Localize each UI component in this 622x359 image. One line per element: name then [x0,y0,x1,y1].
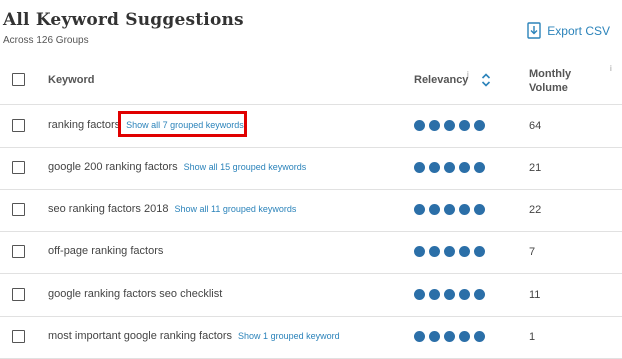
monthly-volume-cell: 11 [529,289,541,301]
row-checkbox[interactable] [12,245,25,258]
relevancy-dot [444,120,455,131]
keyword-cell: most important google ranking factors Sho… [48,330,340,342]
download-file-icon [527,22,541,39]
page-header: All Keyword Suggestions Across 126 Group… [0,0,622,56]
relevancy-dot [459,289,470,300]
relevancy-dot [429,246,440,257]
show-grouped-keywords-link[interactable]: Show all 11 grouped keywords [174,204,296,214]
page-title: All Keyword Suggestions [3,10,244,30]
relevancy-dot [459,120,470,131]
relevancy-dot [444,289,455,300]
relevancy-dot [474,204,485,215]
relevancy-dot [474,289,485,300]
relevancy-dots [414,120,485,131]
relevancy-dot [429,289,440,300]
keyword-text: google 200 ranking factors [48,161,178,173]
show-grouped-keywords-link[interactable]: Show all 7 grouped keywords [126,120,244,130]
monthly-volume-info-icon[interactable]: i [610,64,612,73]
monthly-volume-label-line1: Monthly [529,68,572,80]
row-checkbox[interactable] [12,119,25,132]
monthly-volume-column-header[interactable]: Monthly Volume [529,68,571,94]
relevancy-dot [474,246,485,257]
export-csv-label: Export CSV [547,23,610,38]
keyword-column-header[interactable]: Keyword [48,74,94,86]
monthly-volume-cell: 21 [529,162,542,174]
relevancy-dot [414,331,425,342]
relevancy-dot [444,162,455,173]
relevancy-dot [414,120,425,131]
table-header: Keyword Relevancy i Monthly Volume i [0,56,622,105]
table-row: google 200 ranking factors Show all 15 gr… [0,147,622,190]
monthly-volume-cell: 64 [529,120,542,132]
monthly-volume-cell: 22 [529,204,542,216]
monthly-volume-label-line2: Volume [529,82,568,94]
keyword-cell: google ranking factors seo checklist [48,288,222,300]
relevancy-dot [474,162,485,173]
row-checkbox[interactable] [12,203,25,216]
relevancy-dot [444,331,455,342]
row-checkbox[interactable] [12,330,25,343]
keyword-cell: google 200 ranking factors Show all 15 gr… [48,161,306,173]
relevancy-dot [429,331,440,342]
keyword-text: ranking factors [48,119,121,131]
table-row: most important google ranking factors Sho… [0,316,622,359]
relevancy-info-icon[interactable]: i [467,70,469,79]
page-subtitle: Across 126 Groups [3,35,89,46]
show-grouped-keywords-link[interactable]: Show 1 grouped keyword [238,331,340,341]
relevancy-dots [414,162,485,173]
keyword-cell: off-page ranking factors [48,245,163,257]
relevancy-dot [414,162,425,173]
sort-updown-icon[interactable] [481,72,491,93]
select-all-checkbox[interactable] [12,73,25,86]
row-checkbox[interactable] [12,288,25,301]
relevancy-dot [459,162,470,173]
relevancy-dot [459,204,470,215]
table-row: seo ranking factors 2018 Show all 11 grou… [0,189,622,232]
relevancy-dot [459,331,470,342]
relevancy-dots [414,246,485,257]
relevancy-dot [459,246,470,257]
relevancy-dot [414,204,425,215]
export-csv-button[interactable]: Export CSV [527,22,610,39]
relevancy-dot [429,162,440,173]
relevancy-dot [444,246,455,257]
relevancy-dot [429,204,440,215]
monthly-volume-cell: 1 [529,331,536,343]
relevancy-dots [414,331,485,342]
relevancy-dot [474,331,485,342]
relevancy-dot [414,289,425,300]
keyword-text: seo ranking factors 2018 [48,203,169,215]
relevancy-dot [429,120,440,131]
keyword-text: off-page ranking factors [48,245,164,257]
relevancy-dots [414,204,485,215]
keyword-text: google ranking factors seo checklist [48,288,223,300]
table-row: off-page ranking factors 7 [0,231,622,274]
relevancy-dot [474,120,485,131]
keyword-cell: ranking factors Show all 7 grouped keywor… [48,119,244,131]
keyword-cell: seo ranking factors 2018 Show all 11 grou… [48,203,296,215]
keyword-text: most important google ranking factors [48,330,233,342]
monthly-volume-cell: 7 [529,246,536,258]
relevancy-dots [414,289,485,300]
table-row: ranking factors Show all 7 grouped keywor… [0,105,622,148]
relevancy-column-header[interactable]: Relevancy [414,74,468,86]
relevancy-dot [414,246,425,257]
relevancy-dot [444,204,455,215]
row-checkbox[interactable] [12,161,25,174]
table-row: google ranking factors seo checklist 11 [0,274,622,317]
show-grouped-keywords-link[interactable]: Show all 15 grouped keywords [184,162,307,172]
